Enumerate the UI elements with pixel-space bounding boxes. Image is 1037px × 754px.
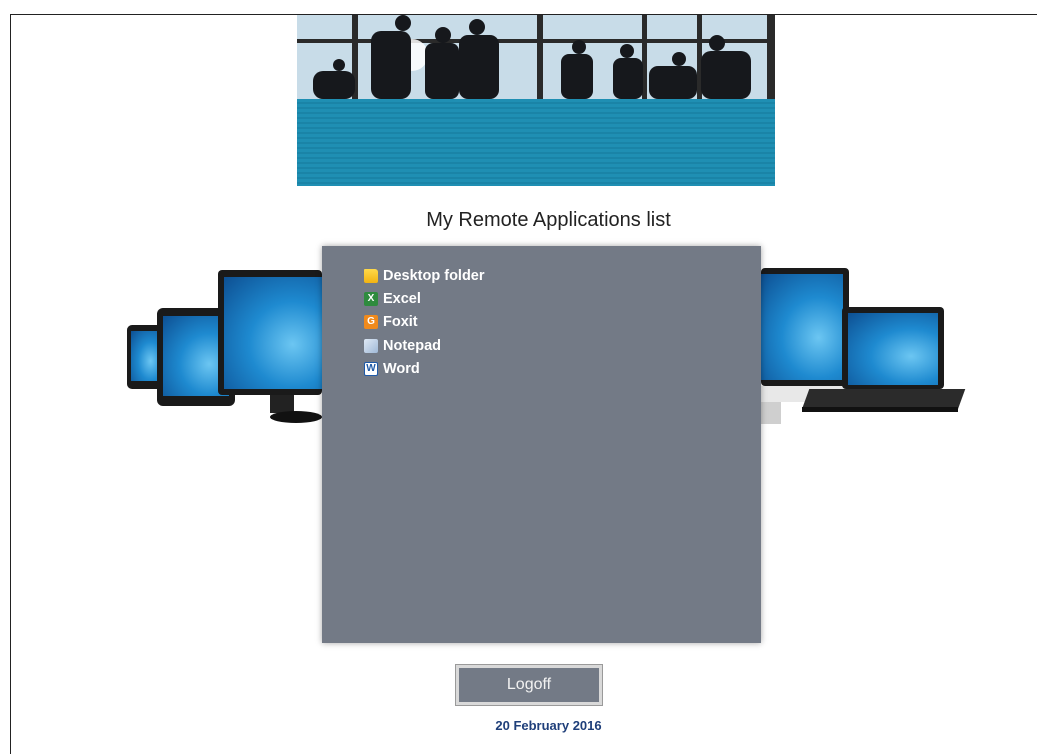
app-item-notepad[interactable]: Notepad [364,334,485,357]
app-item-word[interactable]: W Word [364,358,485,381]
word-icon: W [364,362,378,377]
app-item-desktop-folder[interactable]: Desktop folder [364,264,485,287]
monitor-left-illustration [218,270,322,425]
excel-icon: X [364,292,378,307]
app-list-panel: Desktop folder X Excel G Foxit Notepad W… [322,246,761,643]
foxit-icon: G [364,315,378,330]
app-label: Notepad [383,337,441,354]
app-list: Desktop folder X Excel G Foxit Notepad W… [364,264,485,381]
banner-stripes [297,99,775,186]
folder-icon [364,268,378,283]
page-title: My Remote Applications list [426,209,671,231]
notepad-icon [364,338,378,353]
app-label: Excel [383,291,421,308]
app-label: Foxit [383,314,418,331]
app-item-foxit[interactable]: G Foxit [364,311,485,334]
banner-photo [297,15,775,99]
app-item-excel[interactable]: X Excel [364,287,485,310]
header-banner [297,15,775,186]
office-people-photo [297,15,775,99]
laptop-illustration [802,307,966,413]
current-date: 20 February 2016 [495,718,602,733]
logoff-button[interactable]: Logoff [455,664,603,706]
app-label: Word [383,361,420,378]
app-label: Desktop folder [383,267,485,284]
